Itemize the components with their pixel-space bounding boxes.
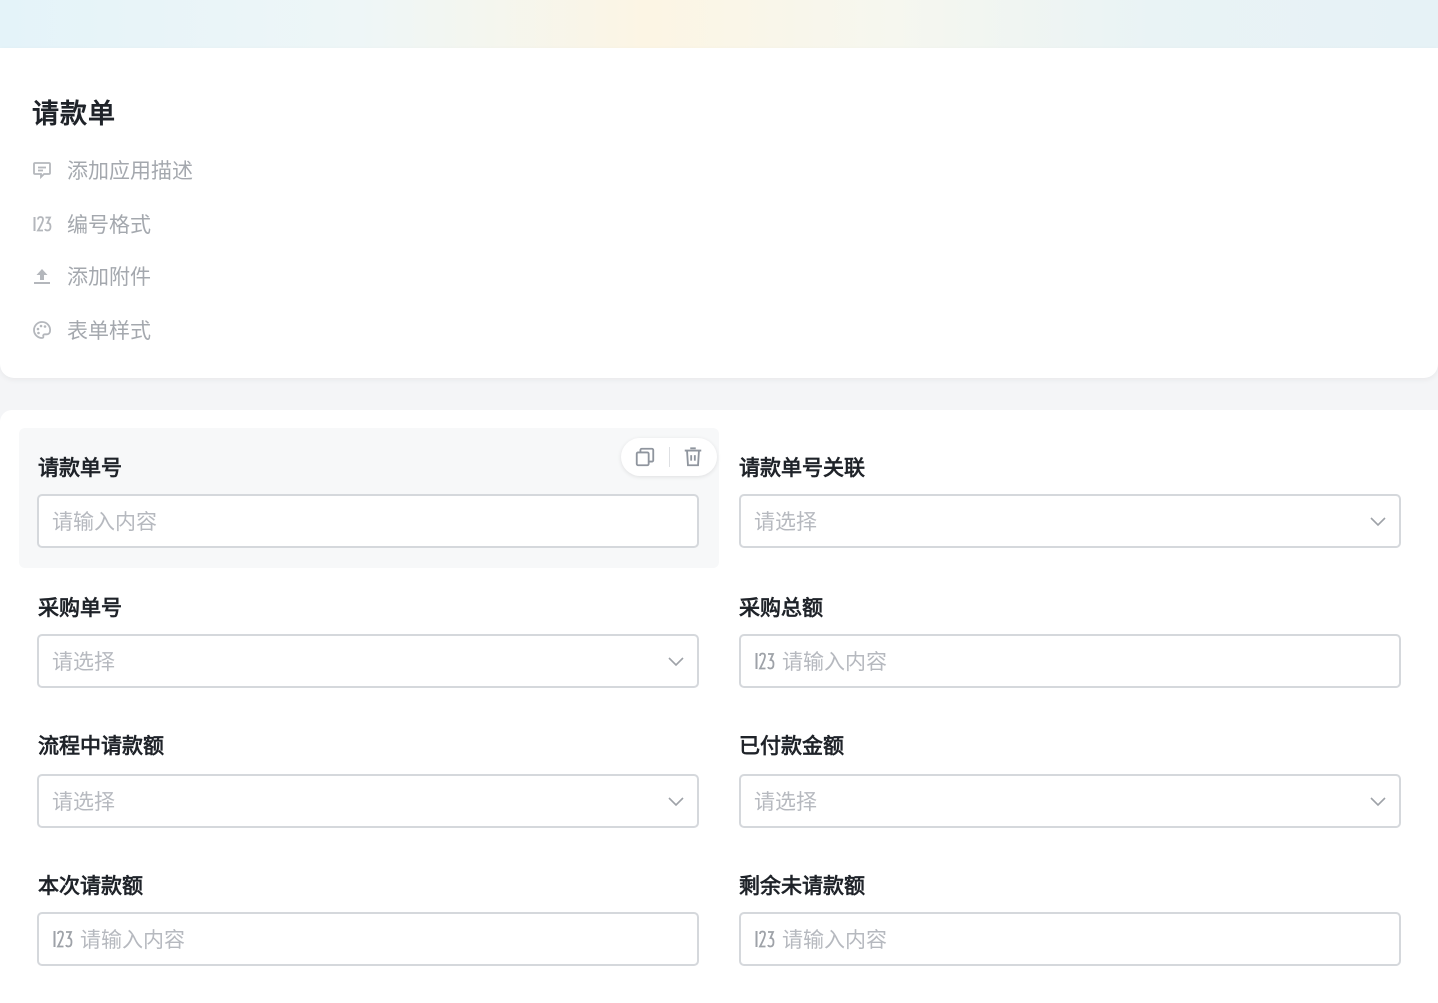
form-body-card: 请款单号 请输入内容 请款单号关联 请选择 采购单号 请选择 采购总额 请输入内…	[0, 410, 1438, 1003]
chevron-down-icon	[1370, 517, 1386, 527]
number-format-item[interactable]: 编号格式	[32, 209, 151, 239]
chevron-down-icon	[668, 657, 684, 667]
comment-icon	[32, 160, 52, 180]
chevron-down-icon	[1370, 797, 1386, 807]
purchase-total-input[interactable]: 请输入内容	[739, 634, 1401, 688]
form-style-label: 表单样式	[67, 319, 151, 343]
purchase-no-select[interactable]: 请选择	[37, 634, 699, 688]
add-description-label: 添加应用描述	[67, 159, 193, 183]
field-label-purchase-total: 采购总额	[739, 596, 823, 620]
actions-divider	[668, 447, 670, 467]
form-style-item[interactable]: 表单样式	[32, 315, 151, 345]
chevron-down-icon	[668, 797, 684, 807]
field-label-current-request-amount: 本次请款额	[38, 874, 143, 898]
add-attachment-item[interactable]: 添加附件	[32, 261, 151, 291]
top-banner	[0, 0, 1438, 48]
field-label-paid-amount: 已付款金额	[739, 734, 844, 758]
upload-icon	[32, 266, 52, 286]
placeholder: 请选择	[754, 510, 817, 534]
number-format-icon	[32, 214, 52, 234]
paid-amount-select[interactable]: 请选择	[739, 774, 1401, 828]
field-actions	[621, 438, 717, 476]
placeholder: 请输入内容	[782, 928, 887, 952]
placeholder: 请输入内容	[782, 650, 887, 674]
delete-icon[interactable]	[681, 445, 705, 469]
in-process-amount-select[interactable]: 请选择	[37, 774, 699, 828]
placeholder: 请输入内容	[80, 928, 185, 952]
payment-no-link-select[interactable]: 请选择	[739, 494, 1401, 548]
number-icon	[754, 928, 776, 950]
number-format-label: 编号格式	[67, 213, 151, 237]
payment-no-input[interactable]: 请输入内容	[37, 494, 699, 548]
add-description-item[interactable]: 添加应用描述	[32, 155, 193, 185]
number-icon	[754, 650, 776, 672]
field-label-payment-no-link: 请款单号关联	[739, 456, 865, 480]
placeholder: 请输入内容	[52, 510, 157, 534]
placeholder: 请选择	[52, 650, 115, 674]
field-label-in-process-amount: 流程中请款额	[38, 734, 164, 758]
placeholder: 请选择	[754, 790, 817, 814]
add-attachment-label: 添加附件	[67, 265, 151, 289]
number-icon	[52, 928, 74, 950]
field-label-remaining-amount: 剩余未请款额	[739, 874, 865, 898]
current-request-amount-input[interactable]: 请输入内容	[37, 912, 699, 966]
placeholder: 请选择	[52, 790, 115, 814]
remaining-amount-input[interactable]: 请输入内容	[739, 912, 1401, 966]
form-title: 请款单	[32, 99, 116, 130]
copy-icon[interactable]	[633, 445, 657, 469]
form-header-card: 请款单 添加应用描述 编号格式 添加附件 表单样式	[0, 48, 1438, 378]
field-label-purchase-no: 采购单号	[38, 596, 122, 620]
field-label-payment-no: 请款单号	[38, 456, 122, 480]
palette-icon	[32, 320, 52, 340]
